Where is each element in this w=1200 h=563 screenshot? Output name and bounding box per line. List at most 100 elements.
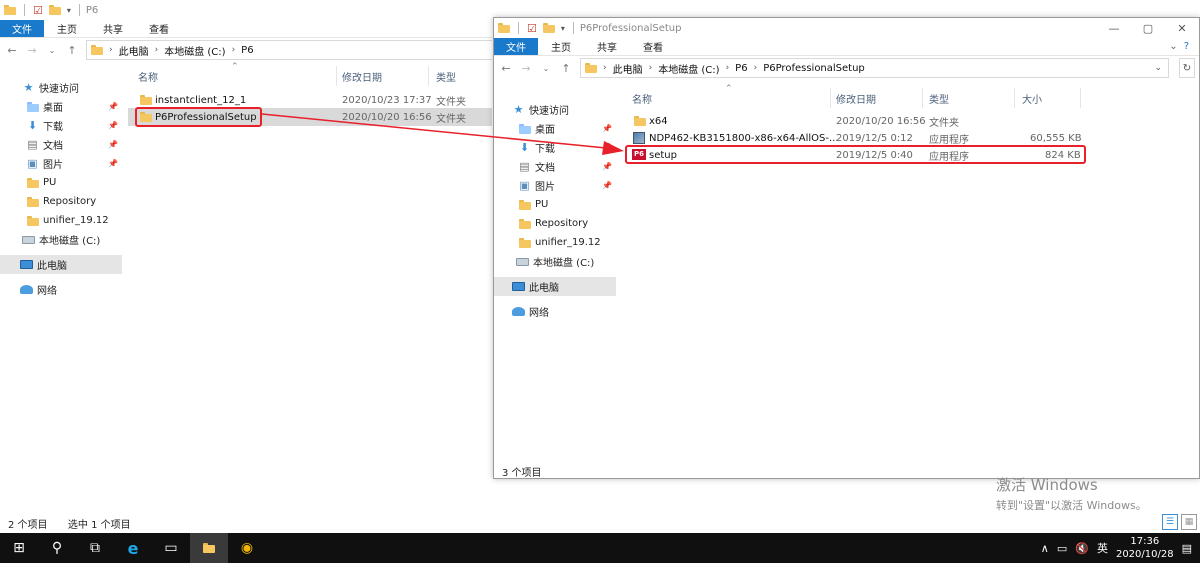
recent-chevron-icon[interactable]: ⌄ bbox=[46, 46, 58, 55]
task-view-icon[interactable]: ⧉ bbox=[76, 533, 114, 563]
nav-item-downloads[interactable]: ⬇ 下载 📌 bbox=[494, 138, 616, 157]
up-arrow-icon[interactable]: ↑ bbox=[66, 44, 78, 57]
ime-indicator[interactable]: 英 bbox=[1097, 540, 1108, 556]
search-icon[interactable]: ⚲ bbox=[38, 533, 76, 563]
large-icons-view-icon[interactable]: ▦ bbox=[1181, 514, 1197, 530]
forward-arrow-icon[interactable]: → bbox=[26, 44, 38, 57]
tab-file[interactable]: 文件 bbox=[0, 20, 44, 37]
refresh-icon[interactable]: ↻ bbox=[1179, 58, 1195, 78]
breadcrumb-this-pc[interactable]: 此电脑 bbox=[613, 61, 643, 76]
file-date: 2020/10/20 16:56 bbox=[342, 111, 432, 123]
server-manager-icon[interactable]: ▭ bbox=[152, 533, 190, 563]
nav-item-unifier[interactable]: unifier_19.12 bbox=[494, 233, 616, 252]
recent-chevron-icon[interactable]: ⌄ bbox=[540, 64, 552, 73]
column-date[interactable]: 修改日期 bbox=[836, 91, 876, 106]
back-arrow-icon[interactable]: ← bbox=[500, 62, 512, 75]
expand-ribbon-icon[interactable]: ⌄ bbox=[1169, 41, 1177, 52]
nav-item-network[interactable]: 网络 bbox=[0, 280, 122, 299]
nav-item-desktop[interactable]: 桌面 📌 bbox=[494, 119, 616, 138]
nav-item-pu[interactable]: PU bbox=[0, 173, 122, 192]
nav-item-this-pc[interactable]: 此电脑 bbox=[494, 277, 616, 296]
title-bar[interactable]: ☑ ▾ P6 bbox=[0, 0, 492, 20]
file-explorer-icon[interactable] bbox=[190, 533, 228, 563]
network-status-icon[interactable]: ▭ bbox=[1057, 542, 1067, 555]
properties-icon[interactable]: ☑ bbox=[527, 22, 537, 35]
pin-icon[interactable]: 📌 bbox=[602, 181, 612, 190]
nav-item-downloads[interactable]: ⬇ 下载 📌 bbox=[0, 116, 122, 135]
address-dropdown-icon[interactable]: ⌄ bbox=[1154, 63, 1162, 73]
help-icon[interactable]: ? bbox=[1184, 41, 1189, 52]
title-bar[interactable]: ☑ ▾ P6ProfessionalSetup — ▢ ✕ bbox=[494, 18, 1199, 38]
pin-icon[interactable]: 📌 bbox=[108, 102, 118, 111]
nav-item-documents[interactable]: ▤ 文档 📌 bbox=[0, 135, 122, 154]
watermark-line2: 转到"设置"以激活 Windows。 bbox=[996, 499, 1147, 512]
column-type[interactable]: 类型 bbox=[929, 91, 949, 106]
nav-item-local-disk[interactable]: 本地磁盘 (C:) bbox=[0, 230, 122, 249]
address-bar[interactable]: › 此电脑 › 本地磁盘 (C:) › P6 › P6ProfessionalS… bbox=[580, 58, 1169, 78]
column-size[interactable]: 大小 bbox=[1022, 91, 1042, 106]
volume-muted-icon[interactable]: 🔇 bbox=[1075, 542, 1089, 555]
nav-item-desktop[interactable]: 桌面 📌 bbox=[0, 97, 122, 116]
nav-item-quick-access[interactable]: ★ 快速访问 bbox=[494, 100, 616, 119]
clock[interactable]: 17:36 2020/10/28 bbox=[1116, 535, 1174, 561]
tab-home[interactable]: 主页 bbox=[538, 38, 584, 55]
pin-icon[interactable]: 📌 bbox=[602, 162, 612, 171]
folder-icon bbox=[518, 237, 531, 248]
tab-view[interactable]: 查看 bbox=[136, 20, 182, 37]
column-date[interactable]: 修改日期 bbox=[342, 69, 382, 84]
up-arrow-icon[interactable]: ↑ bbox=[560, 62, 572, 75]
pin-icon[interactable]: 📌 bbox=[108, 121, 118, 130]
network-icon bbox=[512, 307, 525, 316]
properties-icon[interactable]: ☑ bbox=[33, 4, 43, 17]
pin-icon[interactable]: 📌 bbox=[602, 143, 612, 152]
nav-item-documents[interactable]: ▤ 文档 📌 bbox=[494, 157, 616, 176]
breadcrumb-local-disk[interactable]: 本地磁盘 (C:) bbox=[164, 43, 225, 58]
pin-icon[interactable]: 📌 bbox=[602, 124, 612, 133]
breadcrumb-p6[interactable]: P6 bbox=[735, 63, 747, 74]
nav-item-local-disk[interactable]: 本地磁盘 (C:) bbox=[494, 252, 616, 271]
breadcrumb-local-disk[interactable]: 本地磁盘 (C:) bbox=[658, 61, 719, 76]
column-type[interactable]: 类型 bbox=[436, 69, 456, 84]
minimize-icon[interactable]: — bbox=[1097, 18, 1131, 38]
forward-arrow-icon[interactable]: → bbox=[520, 62, 532, 75]
start-windows-icon[interactable]: ⊞ bbox=[0, 533, 38, 563]
column-name[interactable]: 名称 bbox=[138, 69, 158, 84]
new-folder-icon[interactable] bbox=[542, 23, 555, 33]
tab-home[interactable]: 主页 bbox=[44, 20, 90, 37]
notification-icon[interactable]: ▤ bbox=[1182, 542, 1192, 555]
breadcrumb-this-pc[interactable]: 此电脑 bbox=[119, 43, 149, 58]
breadcrumb-p6[interactable]: P6 bbox=[241, 45, 253, 56]
column-name[interactable]: 名称 bbox=[632, 91, 652, 106]
nav-item-repository[interactable]: Repository bbox=[494, 214, 616, 233]
nav-item-network[interactable]: 网络 bbox=[494, 302, 616, 321]
column-headers: 名称 ⌃ 修改日期 类型 大小 bbox=[622, 84, 1199, 108]
nav-item-label: unifier_19.12 bbox=[535, 237, 601, 248]
nav-item-quick-access[interactable]: ★ 快速访问 bbox=[0, 78, 122, 97]
breadcrumb-p6-setup[interactable]: P6ProfessionalSetup bbox=[763, 63, 865, 74]
chrome-icon[interactable]: ◉ bbox=[228, 533, 266, 563]
nav-item-repository[interactable]: Repository bbox=[0, 192, 122, 211]
internet-explorer-icon[interactable]: e bbox=[114, 533, 152, 563]
details-view-icon[interactable]: ☰ bbox=[1162, 514, 1178, 530]
new-folder-icon[interactable] bbox=[48, 5, 61, 15]
close-icon[interactable]: ✕ bbox=[1165, 18, 1199, 38]
file-row[interactable]: x64 2020/10/20 16:56 文件夹 bbox=[622, 112, 1199, 130]
nav-item-unifier[interactable]: unifier_19.12 bbox=[0, 211, 122, 230]
nav-item-pictures[interactable]: ▣ 图片 📌 bbox=[0, 154, 122, 173]
window-title: P6ProfessionalSetup bbox=[579, 22, 682, 34]
pin-icon[interactable]: 📌 bbox=[108, 159, 118, 168]
pin-icon[interactable]: 📌 bbox=[108, 140, 118, 149]
customize-arrow-icon[interactable]: ▾ bbox=[561, 24, 565, 33]
maximize-icon[interactable]: ▢ bbox=[1131, 18, 1165, 38]
customize-arrow-icon[interactable]: ▾ bbox=[67, 6, 71, 15]
tray-chevron-icon[interactable]: ∧ bbox=[1041, 542, 1049, 555]
nav-item-pictures[interactable]: ▣ 图片 📌 bbox=[494, 176, 616, 195]
tab-file[interactable]: 文件 bbox=[494, 38, 538, 55]
tab-view[interactable]: 查看 bbox=[630, 38, 676, 55]
nav-item-pu[interactable]: PU bbox=[494, 195, 616, 214]
tab-share[interactable]: 共享 bbox=[90, 20, 136, 37]
back-arrow-icon[interactable]: ← bbox=[6, 44, 18, 57]
tab-share[interactable]: 共享 bbox=[584, 38, 630, 55]
address-bar[interactable]: › 此电脑 › 本地磁盘 (C:) › P6 bbox=[86, 40, 492, 60]
nav-item-this-pc[interactable]: 此电脑 bbox=[0, 255, 122, 274]
